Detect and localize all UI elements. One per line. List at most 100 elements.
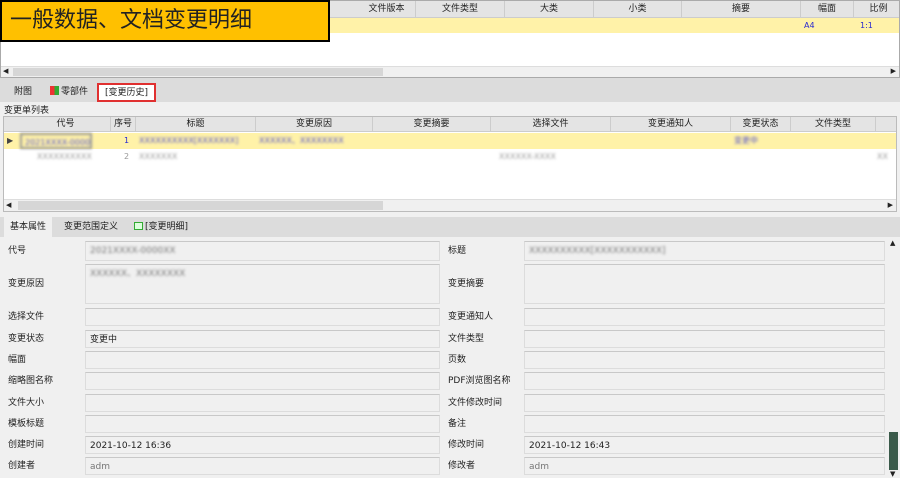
col-header[interactable]: 比例: [854, 1, 900, 17]
col-header[interactable]: 小类: [594, 1, 682, 17]
col-header[interactable]: 变更通知人: [611, 117, 731, 132]
scroll-down-icon[interactable]: ▼: [890, 470, 895, 478]
col-header[interactable]: 变更原因: [256, 117, 373, 132]
field-value: adm: [529, 462, 549, 472]
field-label: 代号: [8, 246, 27, 256]
field-label: 创建者: [8, 461, 36, 471]
field-label: 缩略图名称: [8, 376, 54, 386]
table-row[interactable]: ▶ 2021XXXX-0000XX 1 XXXXXXXXXX[XXXXXXX] …: [4, 133, 896, 149]
field-label: 标题: [448, 246, 467, 256]
field-input[interactable]: 2021-10-12 16:43: [524, 436, 885, 454]
tab-drawings[interactable]: 附图: [8, 82, 38, 102]
field-value: 变更中: [90, 335, 118, 345]
cell-status: 变更中: [734, 136, 758, 145]
cell-file: XXXXXX-XXXX: [499, 152, 556, 161]
cell-code: XXXXXXXXXX: [37, 152, 92, 161]
scroll-up-icon[interactable]: ▲: [890, 239, 895, 247]
scroll-left-icon[interactable]: ◀: [6, 201, 11, 209]
field-label: 变更原因: [8, 279, 45, 289]
field-input[interactable]: 变更中: [85, 330, 440, 348]
scroll-thumb[interactable]: [13, 68, 383, 76]
cell-type: XX: [877, 152, 888, 161]
col-header[interactable]: 变更摘要: [373, 117, 491, 132]
field-label: 变更状态: [8, 334, 45, 344]
col-header[interactable]: 文件类型: [416, 1, 505, 17]
cell-reason: XXXXXX、XXXXXXXX: [259, 136, 344, 145]
tab-change-detail[interactable]: [变更明细]: [128, 217, 194, 237]
field-input[interactable]: [85, 394, 440, 412]
tab-change-history[interactable]: [变更历史]: [97, 83, 157, 102]
field-label: 文件修改时间: [448, 398, 503, 408]
field-label: 选择文件: [8, 312, 45, 322]
col-header[interactable]: 摘要: [682, 1, 801, 17]
field-value: adm: [90, 462, 110, 472]
field-input[interactable]: [524, 264, 885, 304]
col-header[interactable]: 变更状态: [731, 117, 791, 132]
field-label: 变更通知人: [448, 312, 494, 322]
field-label: 修改时间: [448, 440, 485, 450]
overlay-title: 一般数据、文档变更明细: [0, 0, 330, 42]
vertical-scrollbar[interactable]: ▲ ▼: [887, 237, 900, 478]
detail-icon: [134, 222, 143, 230]
col-header[interactable]: 幅面: [801, 1, 854, 17]
top-tabbar: 附图 零部件 [变更历史]: [0, 82, 900, 102]
field-input[interactable]: 2021XXXX-0000XX: [85, 241, 440, 261]
tab-change-scope[interactable]: 变更范围定义: [58, 217, 124, 237]
field-input[interactable]: [524, 308, 885, 326]
row-indicator: ▶: [7, 136, 14, 145]
field-input[interactable]: XXXXXX、XXXXXXXX: [85, 264, 440, 304]
tab-label: 零部件: [61, 87, 89, 97]
field-input[interactable]: [524, 394, 885, 412]
scroll-left-icon[interactable]: ◀: [3, 67, 8, 75]
field-label: 幅面: [8, 355, 27, 365]
field-label: 备注: [448, 419, 467, 429]
cell-code[interactable]: 2021XXXX-0000XX: [20, 133, 92, 149]
scroll-right-icon[interactable]: ▶: [891, 67, 896, 75]
cell-scale: 1:1: [860, 21, 873, 30]
horizontal-scrollbar[interactable]: ◀ ▶: [1, 66, 899, 77]
field-input[interactable]: adm: [524, 457, 885, 475]
field-label: 文件大小: [8, 398, 45, 408]
field-input[interactable]: [524, 372, 885, 390]
col-header[interactable]: 代号: [21, 117, 111, 132]
field-label: 文件类型: [448, 334, 485, 344]
field-input[interactable]: [85, 415, 440, 433]
field-input[interactable]: adm: [85, 457, 440, 475]
tab-parts[interactable]: 零部件: [44, 82, 94, 102]
scroll-thumb[interactable]: [889, 432, 898, 470]
change-list-group: 变更单列表 代号 序号 标题 变更原因 变更摘要 选择文件 变更通知人 变更状态…: [0, 102, 900, 214]
tab-label: [变更明细]: [145, 222, 189, 232]
field-label: 修改者: [448, 461, 476, 471]
field-input[interactable]: [85, 351, 440, 369]
field-input[interactable]: [524, 351, 885, 369]
grid-header: 代号 序号 标题 变更原因 变更摘要 选择文件 变更通知人 变更状态 文件类型: [4, 117, 896, 132]
field-label: PDF浏览图名称: [448, 376, 511, 386]
cell-seq: 2: [124, 152, 130, 161]
field-input[interactable]: [524, 415, 885, 433]
horizontal-scrollbar[interactable]: ◀ ▶: [4, 199, 896, 211]
field-label: 变更摘要: [448, 279, 485, 289]
col-header[interactable]: 文件版本: [358, 1, 416, 17]
field-value: 2021-10-12 16:36: [90, 441, 172, 451]
field-label: 模板标题: [8, 419, 45, 429]
change-list-grid: 代号 序号 标题 变更原因 变更摘要 选择文件 变更通知人 变更状态 文件类型 …: [3, 116, 897, 212]
tab-basic-properties[interactable]: 基本属性: [4, 217, 53, 237]
field-input[interactable]: [524, 330, 885, 348]
field-input[interactable]: 2021-10-12 16:36: [85, 436, 440, 454]
parts-icon: [50, 86, 59, 95]
table-row[interactable]: XXXXXXXXXX 2 XXXXXXX XXXXXX-XXXX XX: [4, 149, 896, 165]
col-header[interactable]: 选择文件: [491, 117, 611, 132]
field-input[interactable]: [85, 372, 440, 390]
bottom-tabbar: 基本属性 变更范围定义 [变更明细]: [0, 217, 900, 237]
cell-title: XXXXXXXXXX[XXXXXXX]: [139, 136, 239, 145]
field-input[interactable]: XXXXXXXXXX[XXXXXXXXXXX]: [524, 241, 885, 261]
field-label: 页数: [448, 355, 467, 365]
scroll-thumb[interactable]: [18, 201, 383, 210]
col-header[interactable]: 标题: [136, 117, 256, 132]
col-header[interactable]: 大类: [505, 1, 594, 17]
col-header[interactable]: 文件类型: [791, 117, 876, 132]
col-header[interactable]: 序号: [111, 117, 136, 132]
scroll-right-icon[interactable]: ▶: [888, 201, 893, 209]
field-input[interactable]: [85, 308, 440, 326]
field-value: XXXXXXXXXX[XXXXXXXXXXX]: [529, 246, 666, 256]
